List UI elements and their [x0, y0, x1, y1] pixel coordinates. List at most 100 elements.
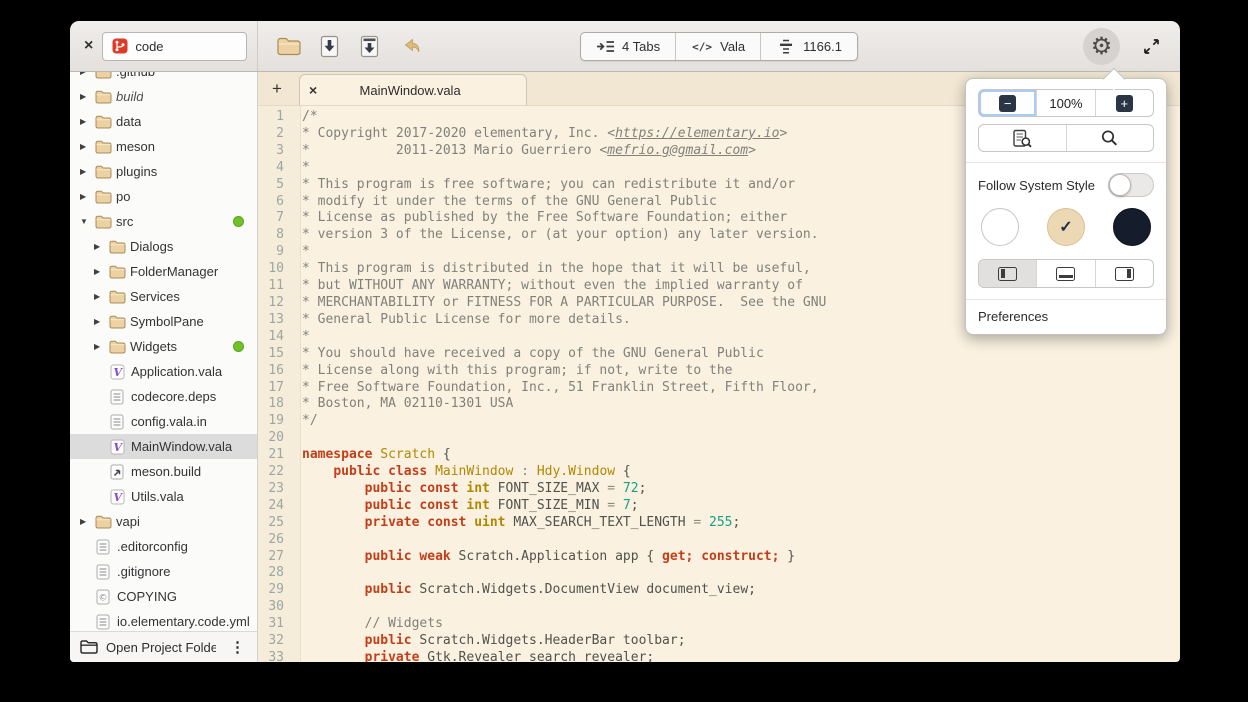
- tree-folder-vapi[interactable]: ▶vapi: [70, 509, 257, 534]
- zoom-level: 100%: [1036, 90, 1094, 116]
- light-style-button[interactable]: [981, 208, 1019, 246]
- tabs-overview-button[interactable]: 4 Tabs: [581, 33, 675, 60]
- line-number: 23: [258, 481, 292, 498]
- tree-item-label: Dialogs: [130, 239, 173, 254]
- language-button[interactable]: </> Vala: [675, 33, 760, 60]
- expander-collapsed-icon[interactable]: ▶: [94, 292, 109, 301]
- expander-collapsed-icon[interactable]: ▶: [80, 72, 95, 76]
- expander-collapsed-icon[interactable]: ▶: [80, 517, 95, 526]
- folder-icon: [95, 190, 116, 204]
- tree-file-mainwindow-vala[interactable]: VMainWindow.vala: [70, 434, 257, 459]
- expander-collapsed-icon[interactable]: ▶: [94, 242, 109, 251]
- tree-folder-foldermanager[interactable]: ▶FolderManager: [70, 259, 257, 284]
- tree-folder--github[interactable]: ▶.github: [70, 72, 257, 84]
- code-line: 28: [258, 565, 1180, 582]
- fullscreen-button[interactable]: [1136, 31, 1166, 61]
- tree-folder-symbolpane[interactable]: ▶ SymbolPane: [70, 309, 257, 334]
- show-outline-button[interactable]: [1095, 260, 1153, 287]
- gear-icon: ⚙: [1091, 34, 1113, 58]
- open-file-button[interactable]: [272, 29, 306, 63]
- project-chooser-button[interactable]: code: [102, 32, 247, 61]
- undo-icon: [397, 35, 421, 57]
- expander-expanded-icon[interactable]: ▼: [80, 217, 95, 226]
- expander-collapsed-icon[interactable]: ▶: [80, 142, 95, 151]
- expander-collapsed-icon[interactable]: ▶: [80, 167, 95, 176]
- right-pane-icon: [1115, 267, 1134, 281]
- line-number: 3: [258, 143, 292, 160]
- tree-file-codecore-deps[interactable]: codecore.deps: [70, 384, 257, 409]
- line-number: 27: [258, 549, 292, 566]
- expander-collapsed-icon[interactable]: ▶: [94, 342, 109, 351]
- settings-menu-button[interactable]: ⚙: [1083, 28, 1120, 65]
- follow-system-style-toggle[interactable]: [1108, 173, 1154, 197]
- show-sidebar-button[interactable]: [979, 260, 1036, 287]
- tree-folder-dialogs[interactable]: ▶ Dialogs: [70, 234, 257, 259]
- folder-icon: [95, 215, 116, 229]
- code-line: 33 private Gtk.Revealer search_revealer;: [258, 650, 1180, 662]
- line-number: 2: [258, 126, 292, 143]
- tree-folder-po[interactable]: ▶ po: [70, 184, 257, 209]
- line-number: 19: [258, 413, 292, 430]
- expander-collapsed-icon[interactable]: ▶: [94, 267, 109, 276]
- code-lang-icon: </>: [691, 40, 713, 53]
- expand-icon: [1143, 38, 1160, 55]
- search-icon: [1100, 129, 1119, 148]
- code-line-text: * License along with this program; if no…: [292, 363, 732, 380]
- find-in-document-icon: [1012, 129, 1033, 148]
- tree-file-meson-build[interactable]: meson.build: [70, 459, 257, 484]
- expander-collapsed-icon[interactable]: ▶: [80, 92, 95, 101]
- tree-folder-build[interactable]: ▶build: [70, 84, 257, 109]
- tree-file-utils-vala[interactable]: VUtils.vala: [70, 484, 257, 509]
- tree-file-application-vala[interactable]: VApplication.vala: [70, 359, 257, 384]
- expander-collapsed-icon[interactable]: ▶: [80, 117, 95, 126]
- project-name: code: [135, 39, 163, 54]
- zoom-out-button[interactable]: −: [979, 90, 1036, 116]
- tree-item-label: src: [116, 214, 133, 229]
- new-tab-button[interactable]: +: [264, 75, 290, 103]
- find-button[interactable]: [1066, 125, 1154, 151]
- code-app-window: × code 4 Tabs </> V: [70, 21, 1180, 662]
- text-file-icon: [96, 539, 117, 555]
- save-as-button[interactable]: [352, 29, 386, 63]
- tab-mainwindow-vala[interactable]: × MainWindow.vala: [299, 74, 527, 105]
- code-line-text: * but WITHOUT ANY WARRANTY; without even…: [292, 278, 803, 295]
- tree-folder-plugins[interactable]: ▶plugins: [70, 159, 257, 184]
- show-terminal-button[interactable]: [1036, 260, 1094, 287]
- tree-file-io-elementary-code-yml[interactable]: io.elementary.code.yml: [70, 609, 257, 631]
- tree-item-label: SymbolPane: [130, 314, 204, 329]
- dark-style-button[interactable]: [1113, 208, 1151, 246]
- tree-folder-src[interactable]: ▼ src: [70, 209, 257, 234]
- line-number: 14: [258, 329, 292, 346]
- goto-line-button[interactable]: 1166.1: [760, 33, 857, 60]
- line-number: 32: [258, 633, 292, 650]
- tree-folder-widgets[interactable]: ▶Widgets: [70, 334, 257, 359]
- tree-item-label: po: [116, 189, 130, 204]
- tree-folder-services[interactable]: ▶Services: [70, 284, 257, 309]
- find-in-project-button[interactable]: [979, 125, 1066, 151]
- svg-text:V: V: [114, 441, 124, 454]
- code-line: 26: [258, 532, 1180, 549]
- folder-icon: [95, 90, 116, 104]
- open-project-folder-button[interactable]: Open Project Folder…: [106, 640, 216, 655]
- kebab-menu-icon[interactable]: ⋮: [224, 638, 251, 656]
- window-close-icon[interactable]: ×: [84, 38, 93, 54]
- folder-icon: [95, 115, 116, 129]
- tree-file-config-vala-in[interactable]: config.vala.in: [70, 409, 257, 434]
- sepia-style-button[interactable]: ✓: [1047, 208, 1085, 246]
- code-line-text: *: [292, 160, 310, 177]
- tree-file--editorconfig[interactable]: .editorconfig: [70, 534, 257, 559]
- expander-collapsed-icon[interactable]: ▶: [80, 192, 95, 201]
- tab-close-icon[interactable]: ×: [309, 82, 317, 98]
- tree-file-copying[interactable]: ©COPYING: [70, 584, 257, 609]
- preferences-menu-item[interactable]: Preferences: [966, 299, 1166, 334]
- tree-folder-meson[interactable]: ▶meson: [70, 134, 257, 159]
- zoom-in-button[interactable]: +: [1095, 90, 1153, 116]
- save-button[interactable]: [312, 29, 346, 63]
- tree-folder-data[interactable]: ▶data: [70, 109, 257, 134]
- tree-file--gitignore[interactable]: .gitignore: [70, 559, 257, 584]
- code-line: 24 public const int FONT_SIZE_MIN = 7;: [258, 498, 1180, 515]
- expander-collapsed-icon[interactable]: ▶: [94, 317, 109, 326]
- tabs-button-label: 4 Tabs: [622, 39, 660, 54]
- revert-button[interactable]: [392, 29, 426, 63]
- line-number: 4: [258, 160, 292, 177]
